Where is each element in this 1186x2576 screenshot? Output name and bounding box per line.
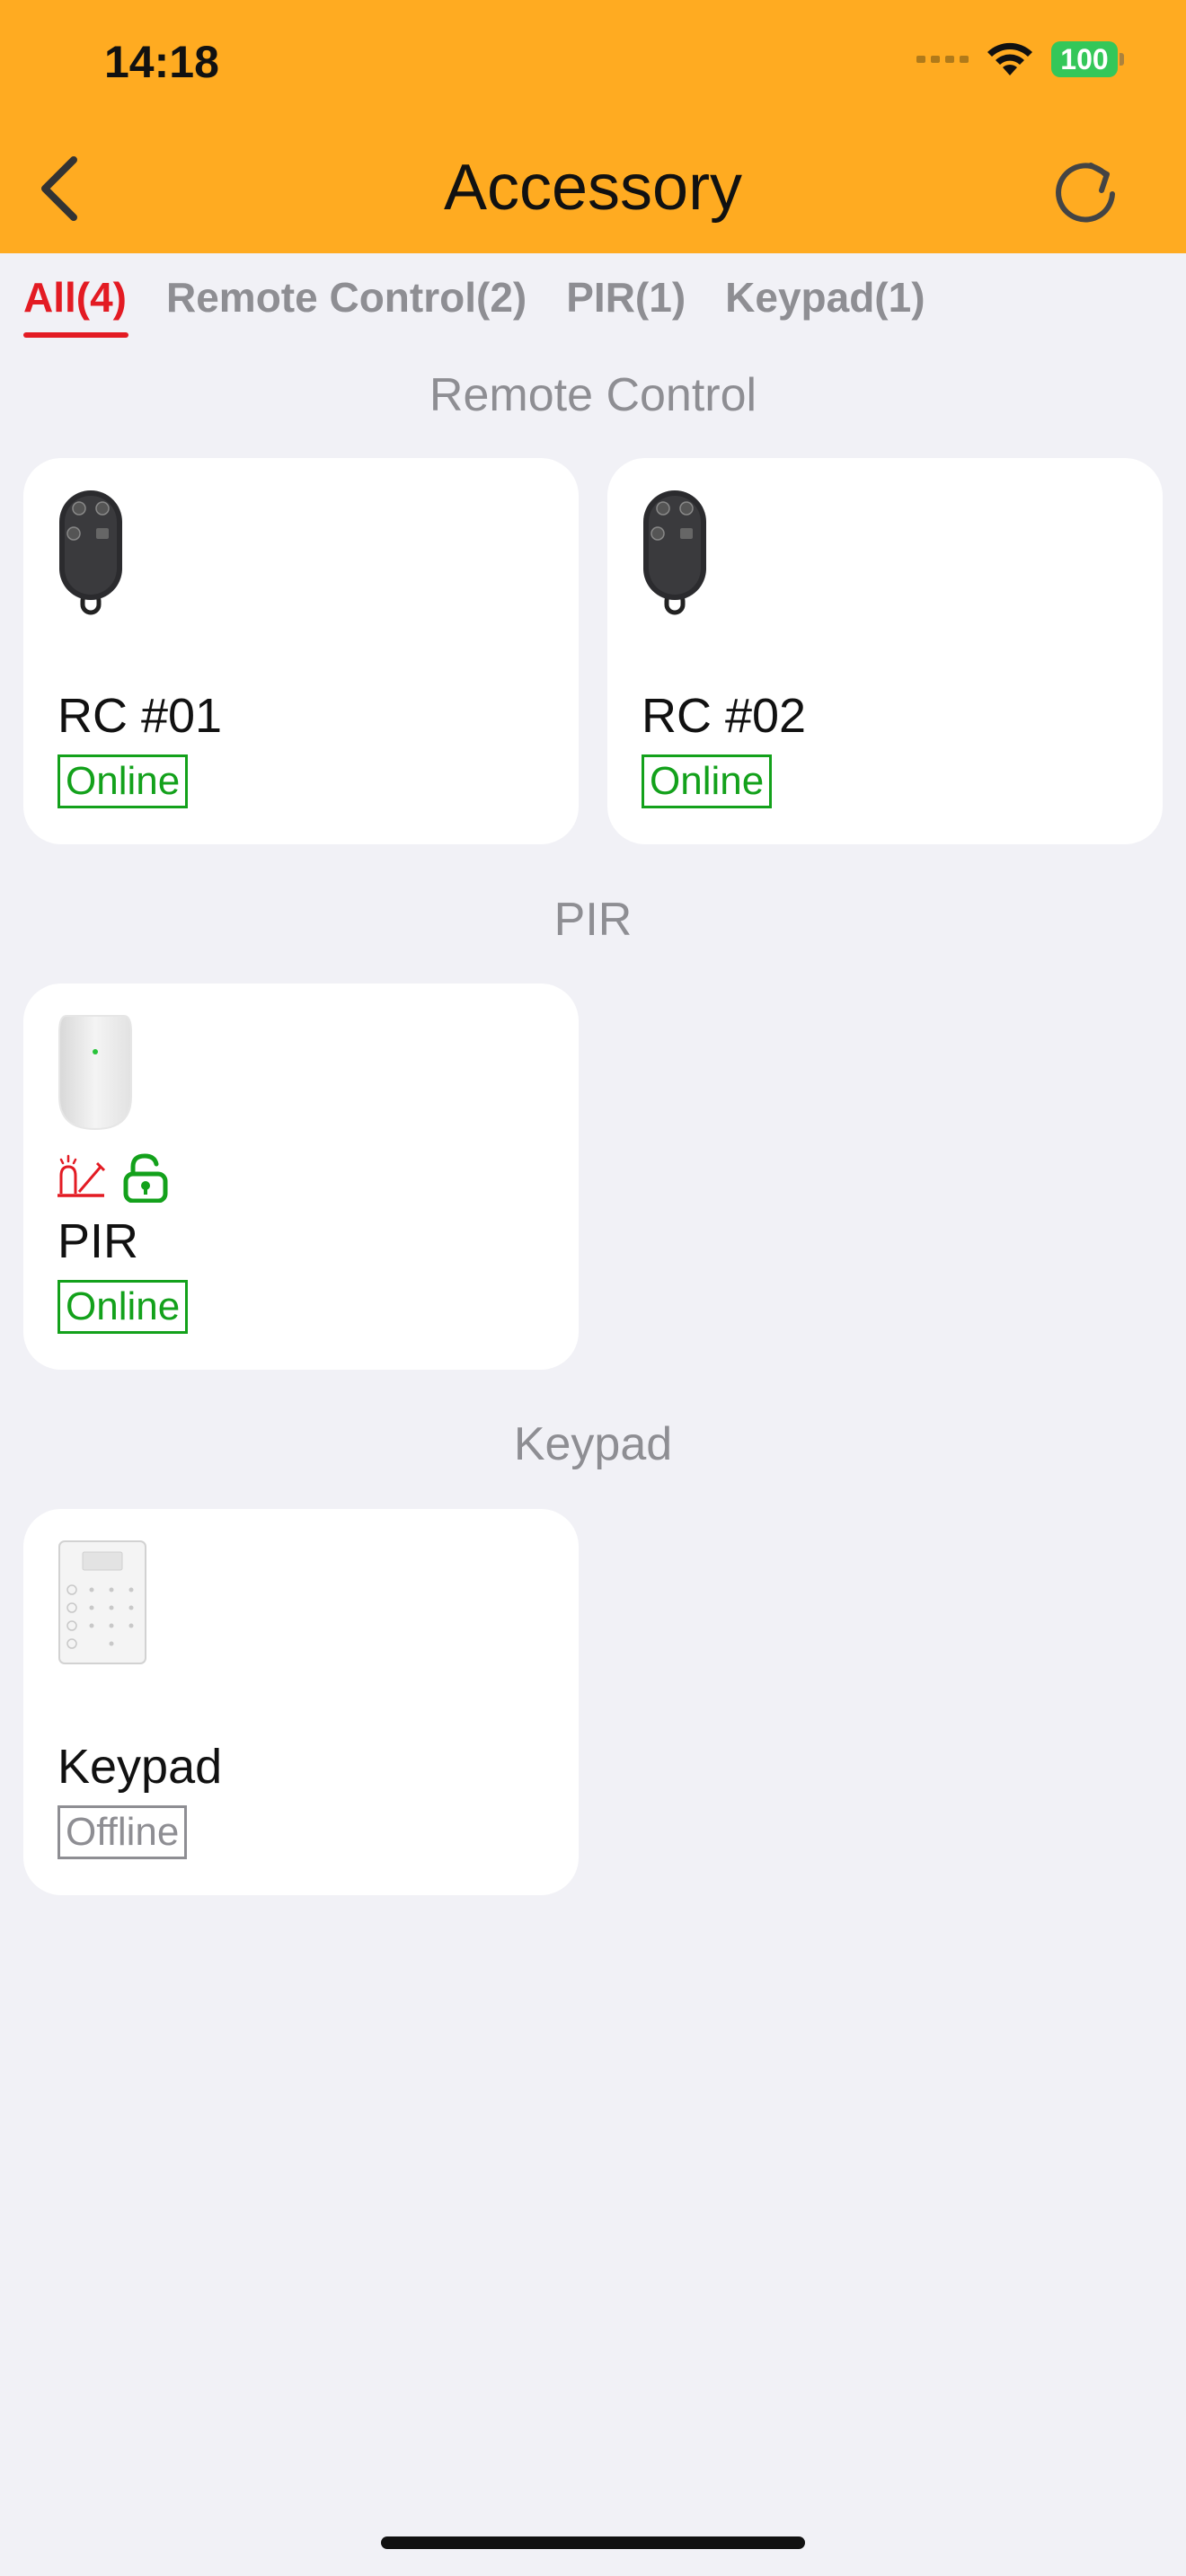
filter-tabs: All(4) Remote Control(2) PIR(1) Keypad(1… [23, 273, 965, 338]
status-badge: Online [58, 1280, 189, 1334]
status-badge: Online [642, 754, 773, 808]
remote-control-icon [643, 490, 706, 615]
status-icons: 100 [916, 41, 1124, 77]
section-title-remote-control: Remote Control [429, 369, 757, 421]
tab-pir[interactable]: PIR(1) [566, 273, 686, 338]
device-name: Keypad [58, 1740, 223, 1794]
status-time: 14:18 [104, 37, 219, 87]
device-name: RC #02 [642, 689, 807, 743]
keypad-icon [58, 1540, 146, 1664]
device-name: PIR [58, 1214, 139, 1268]
header-bar: 14:18 100 Accessory [0, 0, 1186, 253]
remote-control-icon [59, 490, 122, 615]
wifi-icon [987, 42, 1032, 75]
pir-sensor-icon [58, 1015, 132, 1131]
cellular-signal-icon [916, 56, 969, 63]
tab-keypad[interactable]: Keypad(1) [725, 273, 925, 338]
section-title-pir: PIR [553, 894, 633, 946]
tab-remote-control[interactable]: Remote Control(2) [166, 273, 527, 338]
device-card-pir[interactable]: PIR Online [23, 984, 579, 1370]
device-card-keypad[interactable]: Keypad Offline [23, 1509, 579, 1895]
device-card-rc01[interactable]: RC #01 Online [23, 458, 579, 844]
alarm-siren-icon [58, 1154, 106, 1197]
section-title-keypad: Keypad [513, 1418, 673, 1470]
status-badge: Offline [58, 1805, 188, 1859]
unlock-icon [123, 1153, 168, 1203]
home-indicator[interactable] [381, 2536, 805, 2549]
status-badge: Online [58, 754, 189, 808]
device-name: RC #01 [58, 689, 223, 743]
refresh-button[interactable] [1049, 154, 1121, 226]
tab-all[interactable]: All(4) [23, 273, 128, 338]
battery-indicator: 100 [1051, 41, 1124, 77]
device-card-rc02[interactable]: RC #02 Online [607, 458, 1163, 844]
page-title: Accessory [443, 152, 743, 224]
